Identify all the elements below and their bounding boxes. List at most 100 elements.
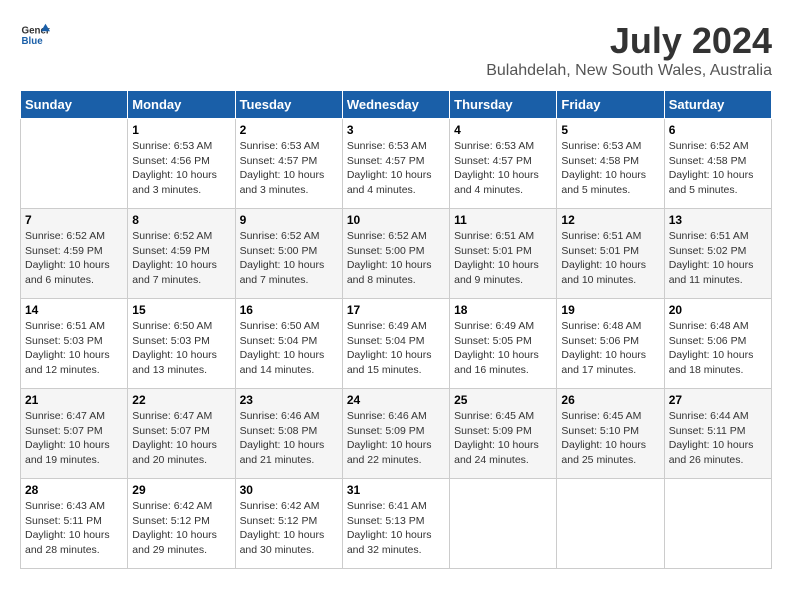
- day-info: Sunrise: 6:44 AM Sunset: 5:11 PM Dayligh…: [669, 409, 767, 468]
- calendar-cell: 4Sunrise: 6:53 AM Sunset: 4:57 PM Daylig…: [450, 119, 557, 209]
- week-row-2: 7 Sunrise: 6:52 AM Sunset: 4:59 PM Daylig…: [21, 209, 772, 299]
- day-number: 23: [240, 393, 338, 407]
- day-info: Sunrise: 6:49 AM Sunset: 5:05 PM Dayligh…: [454, 319, 552, 378]
- day-number: 1: [132, 123, 230, 137]
- day-info: Sunrise: 6:46 AM Sunset: 5:08 PM Dayligh…: [240, 409, 338, 468]
- location: Bulahdelah, New South Wales, Australia: [486, 62, 772, 80]
- day-number: 8: [132, 213, 230, 227]
- weekday-header-wednesday: Wednesday: [342, 91, 449, 119]
- day-info: Sunrise: 6:53 AM Sunset: 4:57 PM Dayligh…: [454, 139, 552, 198]
- calendar-cell: 19 Sunrise: 6:48 AM Sunset: 5:06 PM Dayli…: [557, 299, 664, 389]
- day-info: Sunrise: 6:51 AM Sunset: 5:01 PM Dayligh…: [454, 229, 552, 288]
- calendar-cell: 26 Sunrise: 6:45 AM Sunset: 5:10 PM Dayli…: [557, 389, 664, 479]
- calendar-cell: 20 Sunrise: 6:48 AM Sunset: 5:06 PM Dayli…: [664, 299, 771, 389]
- day-info: Sunrise: 6:53 AM Sunset: 4:57 PM Dayligh…: [240, 139, 338, 198]
- day-number: 30: [240, 483, 338, 497]
- day-number: 20: [669, 303, 767, 317]
- svg-text:Blue: Blue: [22, 36, 44, 47]
- day-number: 15: [132, 303, 230, 317]
- calendar-cell: 29Sunrise: 6:42 AM Sunset: 5:12 PM Dayli…: [128, 479, 235, 569]
- day-info: Sunrise: 6:50 AM Sunset: 5:04 PM Dayligh…: [240, 319, 338, 378]
- calendar-cell: 11 Sunrise: 6:51 AM Sunset: 5:01 PM Dayli…: [450, 209, 557, 299]
- day-number: 22: [132, 393, 230, 407]
- calendar-cell: 31 Sunrise: 6:41 AM Sunset: 5:13 PM Dayli…: [342, 479, 449, 569]
- day-info: Sunrise: 6:49 AM Sunset: 5:04 PM Dayligh…: [347, 319, 445, 378]
- week-row-4: 21 Sunrise: 6:47 AM Sunset: 5:07 PM Dayli…: [21, 389, 772, 479]
- day-number: 31: [347, 483, 445, 497]
- week-row-5: 28 Sunrise: 6:43 AM Sunset: 5:11 PM Dayli…: [21, 479, 772, 569]
- day-number: 10: [347, 213, 445, 227]
- day-info: Sunrise: 6:52 AM Sunset: 5:00 PM Dayligh…: [347, 229, 445, 288]
- calendar-cell: 6 Sunrise: 6:52 AM Sunset: 4:58 PM Daylig…: [664, 119, 771, 209]
- week-row-1: 1 Sunrise: 6:53 AM Sunset: 4:56 PM Daylig…: [21, 119, 772, 209]
- calendar-cell: [450, 479, 557, 569]
- calendar-cell: [664, 479, 771, 569]
- weekday-header-sunday: Sunday: [21, 91, 128, 119]
- calendar-cell: [21, 119, 128, 209]
- calendar-cell: 22 Sunrise: 6:47 AM Sunset: 5:07 PM Dayli…: [128, 389, 235, 479]
- weekday-header-friday: Friday: [557, 91, 664, 119]
- day-number: 24: [347, 393, 445, 407]
- day-info: Sunrise: 6:52 AM Sunset: 4:59 PM Dayligh…: [25, 229, 123, 288]
- day-number: 14: [25, 303, 123, 317]
- calendar-cell: 17Sunrise: 6:49 AM Sunset: 5:04 PM Dayli…: [342, 299, 449, 389]
- calendar-cell: 10 Sunrise: 6:52 AM Sunset: 5:00 PM Dayli…: [342, 209, 449, 299]
- weekday-header-monday: Monday: [128, 91, 235, 119]
- day-info: Sunrise: 6:43 AM Sunset: 5:11 PM Dayligh…: [25, 499, 123, 558]
- day-number: 13: [669, 213, 767, 227]
- day-number: 28: [25, 483, 123, 497]
- day-info: Sunrise: 6:51 AM Sunset: 5:02 PM Dayligh…: [669, 229, 767, 288]
- weekday-header-saturday: Saturday: [664, 91, 771, 119]
- calendar-cell: 16 Sunrise: 6:50 AM Sunset: 5:04 PM Dayli…: [235, 299, 342, 389]
- day-info: Sunrise: 6:52 AM Sunset: 4:59 PM Dayligh…: [132, 229, 230, 288]
- calendar-cell: 15Sunrise: 6:50 AM Sunset: 5:03 PM Dayli…: [128, 299, 235, 389]
- calendar-cell: [557, 479, 664, 569]
- day-info: Sunrise: 6:46 AM Sunset: 5:09 PM Dayligh…: [347, 409, 445, 468]
- weekday-header-thursday: Thursday: [450, 91, 557, 119]
- day-info: Sunrise: 6:51 AM Sunset: 5:01 PM Dayligh…: [561, 229, 659, 288]
- day-number: 21: [25, 393, 123, 407]
- day-info: Sunrise: 6:53 AM Sunset: 4:56 PM Dayligh…: [132, 139, 230, 198]
- calendar-cell: 23 Sunrise: 6:46 AM Sunset: 5:08 PM Dayli…: [235, 389, 342, 479]
- day-number: 5: [561, 123, 659, 137]
- calendar-cell: 28 Sunrise: 6:43 AM Sunset: 5:11 PM Dayli…: [21, 479, 128, 569]
- day-number: 7: [25, 213, 123, 227]
- day-info: Sunrise: 6:41 AM Sunset: 5:13 PM Dayligh…: [347, 499, 445, 558]
- calendar-cell: 27 Sunrise: 6:44 AM Sunset: 5:11 PM Dayli…: [664, 389, 771, 479]
- logo: General Blue: [20, 20, 50, 50]
- calendar-cell: 5 Sunrise: 6:53 AM Sunset: 4:58 PM Daylig…: [557, 119, 664, 209]
- day-number: 19: [561, 303, 659, 317]
- day-info: Sunrise: 6:45 AM Sunset: 5:10 PM Dayligh…: [561, 409, 659, 468]
- calendar-cell: 25Sunrise: 6:45 AM Sunset: 5:09 PM Dayli…: [450, 389, 557, 479]
- calendar-cell: 9Sunrise: 6:52 AM Sunset: 5:00 PM Daylig…: [235, 209, 342, 299]
- day-info: Sunrise: 6:47 AM Sunset: 5:07 PM Dayligh…: [132, 409, 230, 468]
- day-info: Sunrise: 6:42 AM Sunset: 5:12 PM Dayligh…: [240, 499, 338, 558]
- weekday-header-tuesday: Tuesday: [235, 91, 342, 119]
- page-header: General Blue July 2024 Bulahdelah, New S…: [20, 20, 772, 80]
- day-number: 2: [240, 123, 338, 137]
- calendar-cell: 8 Sunrise: 6:52 AM Sunset: 4:59 PM Daylig…: [128, 209, 235, 299]
- day-info: Sunrise: 6:53 AM Sunset: 4:58 PM Dayligh…: [561, 139, 659, 198]
- calendar-cell: 21 Sunrise: 6:47 AM Sunset: 5:07 PM Dayli…: [21, 389, 128, 479]
- week-row-3: 14 Sunrise: 6:51 AM Sunset: 5:03 PM Dayli…: [21, 299, 772, 389]
- day-number: 27: [669, 393, 767, 407]
- calendar-cell: 24 Sunrise: 6:46 AM Sunset: 5:09 PM Dayli…: [342, 389, 449, 479]
- title-block: July 2024 Bulahdelah, New South Wales, A…: [486, 20, 772, 80]
- day-number: 11: [454, 213, 552, 227]
- day-number: 9: [240, 213, 338, 227]
- day-info: Sunrise: 6:48 AM Sunset: 5:06 PM Dayligh…: [561, 319, 659, 378]
- calendar-cell: 2 Sunrise: 6:53 AM Sunset: 4:57 PM Daylig…: [235, 119, 342, 209]
- day-info: Sunrise: 6:48 AM Sunset: 5:06 PM Dayligh…: [669, 319, 767, 378]
- day-info: Sunrise: 6:42 AM Sunset: 5:12 PM Dayligh…: [132, 499, 230, 558]
- day-number: 26: [561, 393, 659, 407]
- day-info: Sunrise: 6:51 AM Sunset: 5:03 PM Dayligh…: [25, 319, 123, 378]
- calendar-cell: 14 Sunrise: 6:51 AM Sunset: 5:03 PM Dayli…: [21, 299, 128, 389]
- day-info: Sunrise: 6:52 AM Sunset: 4:58 PM Dayligh…: [669, 139, 767, 198]
- calendar-cell: 30 Sunrise: 6:42 AM Sunset: 5:12 PM Dayli…: [235, 479, 342, 569]
- day-number: 18: [454, 303, 552, 317]
- day-number: 6: [669, 123, 767, 137]
- day-number: 16: [240, 303, 338, 317]
- day-info: Sunrise: 6:47 AM Sunset: 5:07 PM Dayligh…: [25, 409, 123, 468]
- day-number: 25: [454, 393, 552, 407]
- day-number: 3: [347, 123, 445, 137]
